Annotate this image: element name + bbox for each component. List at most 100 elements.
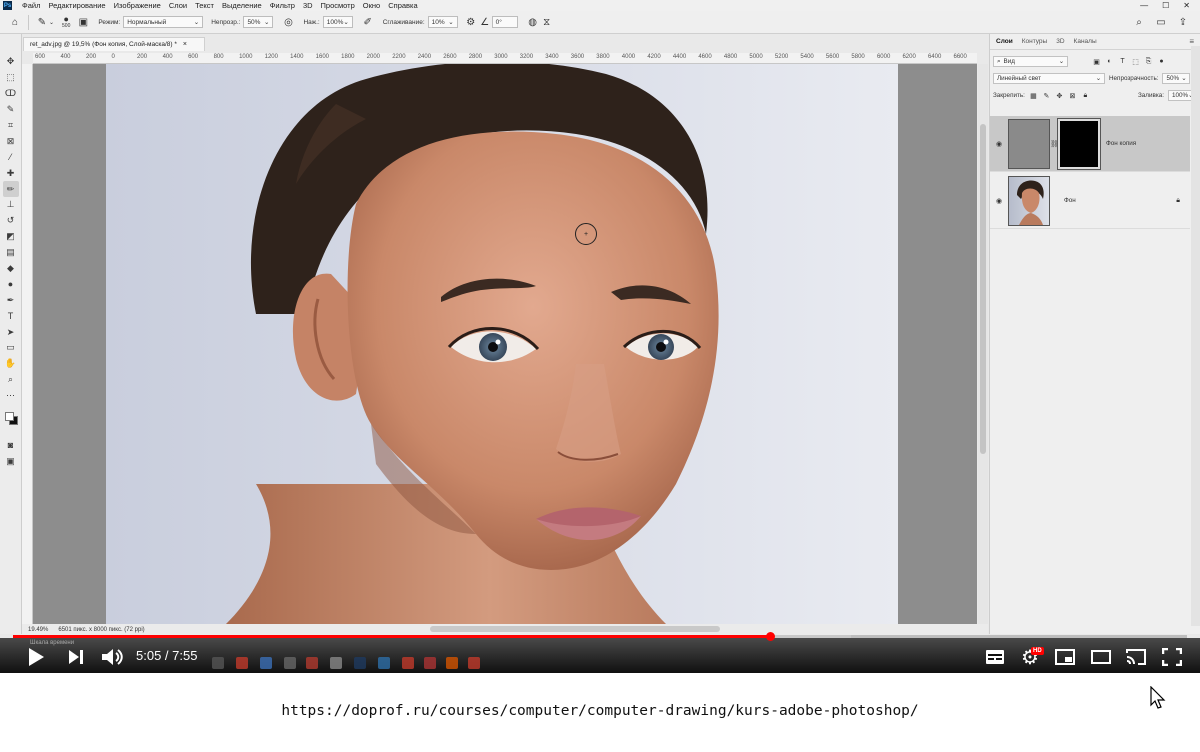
cast-button[interactable] <box>1125 646 1147 668</box>
dodge-tool-icon[interactable]: ● <box>3 276 19 292</box>
menu-window[interactable]: Окно <box>359 1 384 10</box>
color-swatches[interactable] <box>3 408 19 428</box>
tab-3d[interactable]: 3D <box>1056 38 1064 45</box>
tab-layers[interactable]: Слои <box>996 38 1013 45</box>
lasso-tool-icon[interactable]: ↀ <box>3 86 19 102</box>
menu-file[interactable]: Файл <box>18 1 44 10</box>
type-tool-icon[interactable]: T <box>3 308 19 324</box>
layer-thumbnail[interactable] <box>1008 118 1050 169</box>
menu-edit[interactable]: Редактирование <box>44 1 109 10</box>
clone-stamp-tool-icon[interactable]: ⊥ <box>3 197 19 213</box>
tab-paths[interactable]: Контуры <box>1022 38 1048 45</box>
canvas-horizontal-scrollbar[interactable] <box>430 626 720 632</box>
pressure-field[interactable]: 100% ⌄ <box>322 16 353 28</box>
volume-button[interactable] <box>100 646 124 668</box>
layer-thumbnail[interactable] <box>1008 175 1050 226</box>
search-icon[interactable]: ⌕ <box>1132 15 1146 29</box>
marquee-tool-icon[interactable]: ⬚ <box>3 70 19 86</box>
theater-mode-button[interactable] <box>1090 646 1112 668</box>
menu-3d[interactable]: 3D <box>299 1 317 10</box>
more-tools-icon[interactable]: ⋯ <box>3 388 19 404</box>
blur-tool-icon[interactable]: ◆ <box>3 261 19 277</box>
visibility-eye-icon[interactable]: ◉ <box>990 197 1008 205</box>
menu-view[interactable]: Просмотр <box>317 1 359 10</box>
move-tool-icon[interactable]: ✥ <box>3 54 19 70</box>
pressure-size-icon[interactable]: ◍ <box>526 15 540 29</box>
gear-icon[interactable]: ⚙ <box>464 15 478 29</box>
document-tab[interactable]: ret_adv.jpg @ 19,5% (Фон копия, Слой-мас… <box>23 37 205 51</box>
screen-mode-icon[interactable]: ▣ <box>3 453 19 469</box>
symmetry-icon[interactable]: ⧖ <box>540 15 554 29</box>
chain-link-icon[interactable]: ⛓︎ <box>1050 140 1059 148</box>
portrait-photo[interactable]: + <box>106 64 898 624</box>
gradient-tool-icon[interactable]: ▤ <box>3 245 19 261</box>
smoothing-field[interactable]: 10% ⌄ <box>427 16 458 28</box>
maximize-button[interactable]: ☐ <box>1162 1 1169 10</box>
panel-scrollbar[interactable] <box>1191 46 1200 626</box>
share-icon[interactable]: ⇪ <box>1176 15 1190 29</box>
path-select-tool-icon[interactable]: ➤ <box>3 324 19 340</box>
close-window-button[interactable]: ✕ <box>1183 1 1190 10</box>
brush-tool-icon[interactable]: ✏ <box>2 181 19 198</box>
layer-filter-select[interactable]: ⌕ Вид ⌄ <box>993 56 1068 67</box>
zoom-tool-icon[interactable]: ⌕ <box>3 372 19 388</box>
lock-transparency-icon[interactable]: ▦ <box>1029 91 1038 100</box>
menu-layers[interactable]: Слои <box>165 1 191 10</box>
close-icon[interactable]: × <box>183 41 187 48</box>
pen-tool-icon[interactable]: ✒ <box>3 292 19 308</box>
layer-name[interactable]: Фон копия <box>1106 140 1136 147</box>
workspace-icon[interactable]: ▭ <box>1154 15 1168 29</box>
menu-filter[interactable]: Фильтр <box>266 1 299 10</box>
home-icon[interactable]: ⌂ <box>8 15 22 29</box>
pressure-opacity-icon[interactable]: ◎ <box>281 15 295 29</box>
frame-tool-icon[interactable]: ⊠ <box>3 133 19 149</box>
opacity-field[interactable]: 50% ⌄ <box>243 16 274 28</box>
menu-image[interactable]: Изображение <box>110 1 165 10</box>
healing-brush-tool-icon[interactable]: ✚ <box>3 165 19 181</box>
canvas-area[interactable]: + <box>33 64 977 624</box>
filter-toggle-icon[interactable]: ● <box>1157 57 1166 66</box>
lock-position-icon[interactable]: ✥ <box>1055 91 1064 100</box>
course-url-caption[interactable]: https://doprof.ru/courses/computer/compu… <box>0 703 1200 719</box>
angle-field[interactable]: 0° <box>491 16 518 28</box>
layer-blend-mode-select[interactable]: Линейный свет ⌄ <box>993 73 1105 84</box>
type-filter-icon[interactable]: T <box>1118 57 1127 66</box>
shape-filter-icon[interactable]: ⬚ <box>1131 57 1140 66</box>
menu-select[interactable]: Выделение <box>218 1 266 10</box>
layer-opacity-field[interactable]: 50% ⌄ <box>1162 73 1191 84</box>
minimize-button[interactable]: — <box>1140 1 1148 10</box>
foreground-color-swatch[interactable] <box>4 411 14 421</box>
canvas-vertical-scrollbar[interactable] <box>978 64 988 624</box>
layer-mask-thumbnail[interactable] <box>1057 117 1101 170</box>
rectangle-tool-icon[interactable]: ▭ <box>3 340 19 356</box>
airbrush-icon[interactable]: ✐ <box>361 15 375 29</box>
eyedropper-tool-icon[interactable]: ⁄ <box>3 149 19 165</box>
layer-row-background[interactable]: ◉ Фон 🔒︎ <box>990 173 1190 229</box>
lock-pixels-icon[interactable]: ✎ <box>1042 91 1051 100</box>
scrollbar-thumb[interactable] <box>980 124 986 454</box>
menu-help[interactable]: Справка <box>384 1 421 10</box>
panel-menu-icon[interactable]: ≡ <box>1189 37 1194 46</box>
play-button[interactable] <box>25 646 47 668</box>
history-brush-tool-icon[interactable]: ↺ <box>3 213 19 229</box>
layer-row-background-copy[interactable]: ◉ ⛓︎ Фон копия <box>990 116 1190 172</box>
menu-type[interactable]: Текст <box>191 1 218 10</box>
hand-tool-icon[interactable]: ✋ <box>3 356 19 372</box>
miniplayer-button[interactable] <box>1054 646 1076 668</box>
brush-tool-icon[interactable]: ✎ <box>35 15 49 29</box>
zoom-level[interactable]: 19.49% <box>28 627 48 633</box>
layer-name[interactable]: Фон <box>1064 197 1076 204</box>
blend-mode-select[interactable]: Нормальный ⌄ <box>123 16 204 28</box>
brush-settings-icon[interactable]: ▣ <box>76 15 90 29</box>
visibility-eye-icon[interactable]: ◉ <box>990 140 1008 148</box>
tab-channels[interactable]: Каналы <box>1074 38 1097 45</box>
lock-artboard-icon[interactable]: ⊠ <box>1068 91 1077 100</box>
pixel-filter-icon[interactable]: ▣ <box>1092 57 1101 66</box>
fullscreen-button[interactable] <box>1161 646 1183 668</box>
adjustment-filter-icon[interactable]: ◐ <box>1105 57 1114 66</box>
next-button[interactable] <box>65 646 87 668</box>
lock-all-icon[interactable]: 🔒︎ <box>1081 91 1090 100</box>
quick-select-tool-icon[interactable]: ✎ <box>3 102 19 118</box>
smart-object-filter-icon[interactable]: ⎘ <box>1144 57 1153 66</box>
brush-preset-picker[interactable]: ● 500 <box>62 15 70 30</box>
